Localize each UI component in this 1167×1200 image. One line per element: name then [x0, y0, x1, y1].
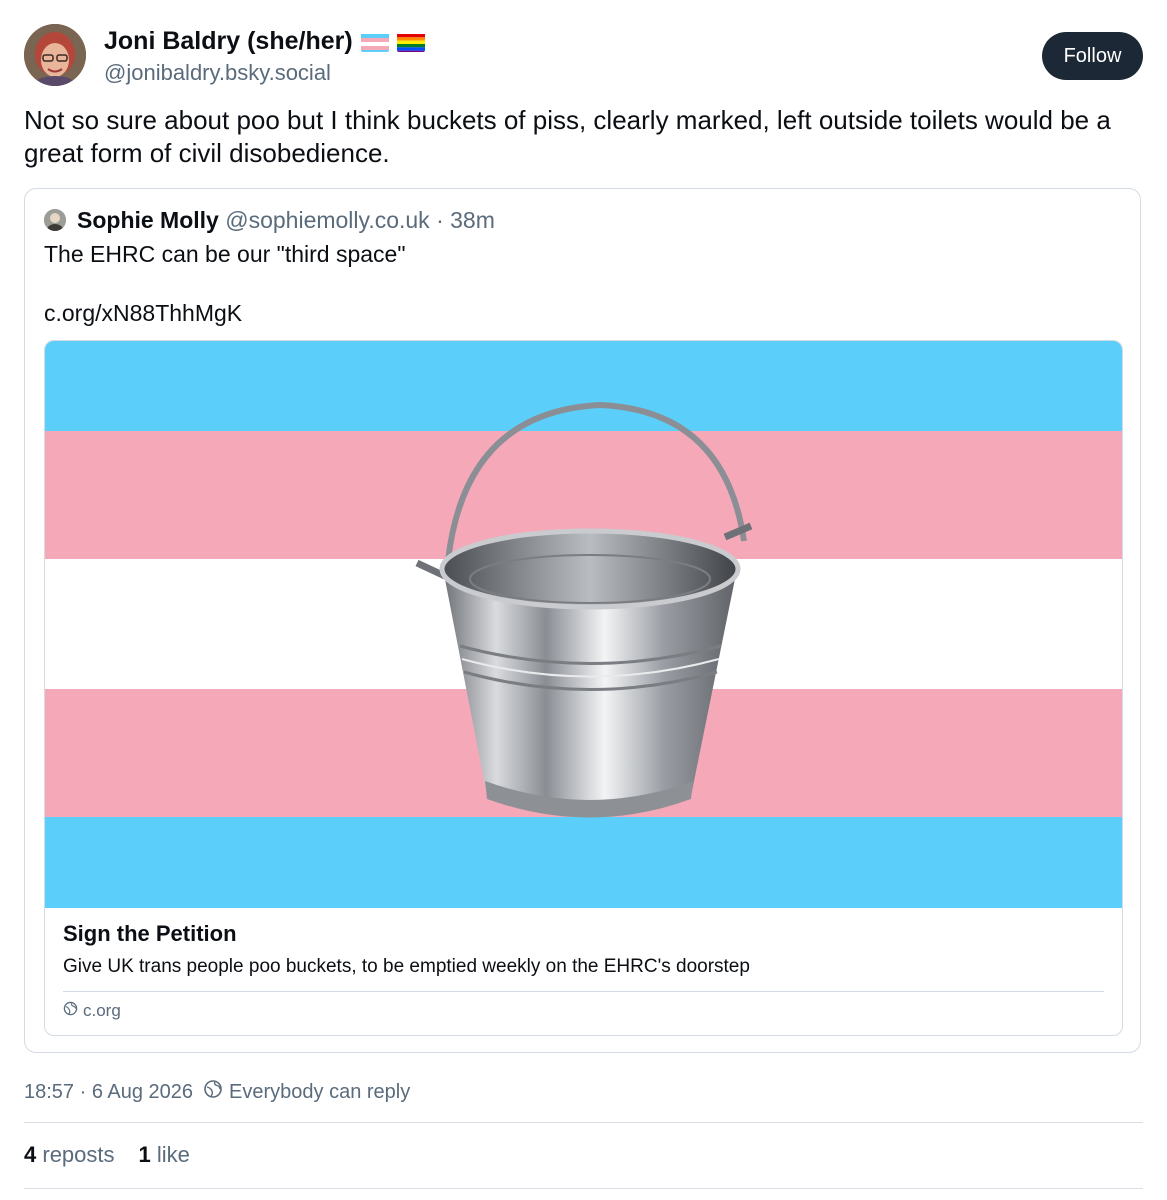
- author-display-name[interactable]: Joni Baldry (she/her): [104, 27, 425, 56]
- link-card-title: Sign the Petition: [63, 921, 237, 946]
- link-card-description: Give UK trans people poo buckets, to be …: [63, 956, 750, 977]
- meta-divider: [24, 1122, 1143, 1123]
- quoted-author-handle: @sophiemolly.co.uk: [225, 207, 430, 233]
- reply-setting[interactable]: Everybody can reply: [203, 1079, 410, 1105]
- post-timestamp[interactable]: 18:57 · 6 Aug 2026: [24, 1081, 193, 1104]
- likes-label: like: [156, 1142, 190, 1167]
- post-meta: 18:57 · 6 Aug 2026 Everybody can reply: [24, 1079, 410, 1105]
- link-card-domain: c.org: [63, 1001, 121, 1021]
- globe-icon: [63, 1001, 78, 1021]
- reply-settings-icon: [203, 1079, 223, 1105]
- quoted-post-age: 38m: [450, 207, 495, 233]
- likes-stat[interactable]: 1 like: [139, 1142, 190, 1168]
- link-card[interactable]: Sign the Petition Give UK trans people p…: [44, 340, 1123, 1036]
- stats-divider: [24, 1188, 1143, 1189]
- author-display-name-text: Joni Baldry (she/her): [104, 27, 353, 55]
- reply-setting-text: Everybody can reply: [229, 1080, 411, 1103]
- quoted-post-header: Sophie Molly @sophiemolly.co.uk · 38m: [77, 207, 495, 234]
- reposts-stat[interactable]: 4 reposts: [24, 1142, 115, 1168]
- reposts-count: 4: [24, 1142, 37, 1167]
- quoted-post[interactable]: Sophie Molly @sophiemolly.co.uk · 38m Th…: [24, 188, 1141, 1053]
- rainbow-flag-icon: [396, 32, 425, 52]
- link-card-divider: [63, 991, 1104, 992]
- link-card-domain-text: c.org: [83, 1001, 121, 1020]
- quoted-author-name[interactable]: Sophie Molly: [77, 207, 219, 233]
- author-avatar[interactable]: [24, 24, 86, 86]
- quoted-post-text: The EHRC can be our "third space": [44, 241, 406, 267]
- transgender-flag-icon: [360, 32, 389, 52]
- author-handle[interactable]: @jonibaldry.bsky.social: [104, 60, 331, 86]
- link-card-image: [45, 341, 1122, 908]
- quoted-post-link[interactable]: c.org/xN88ThhMgK: [44, 300, 242, 327]
- likes-count: 1: [138, 1142, 151, 1167]
- reposts-label: reposts: [42, 1142, 115, 1167]
- follow-button[interactable]: Follow: [1042, 32, 1143, 80]
- post-stats: 4 reposts 1 like: [24, 1142, 190, 1168]
- post-text: Not so sure about poo but I think bucket…: [24, 105, 1111, 168]
- post-thread-item: Joni Baldry (she/her) @jonibaldry.bsky.s…: [0, 0, 1167, 1200]
- quoted-author-avatar[interactable]: [44, 209, 66, 231]
- separator-dot: ·: [436, 207, 444, 233]
